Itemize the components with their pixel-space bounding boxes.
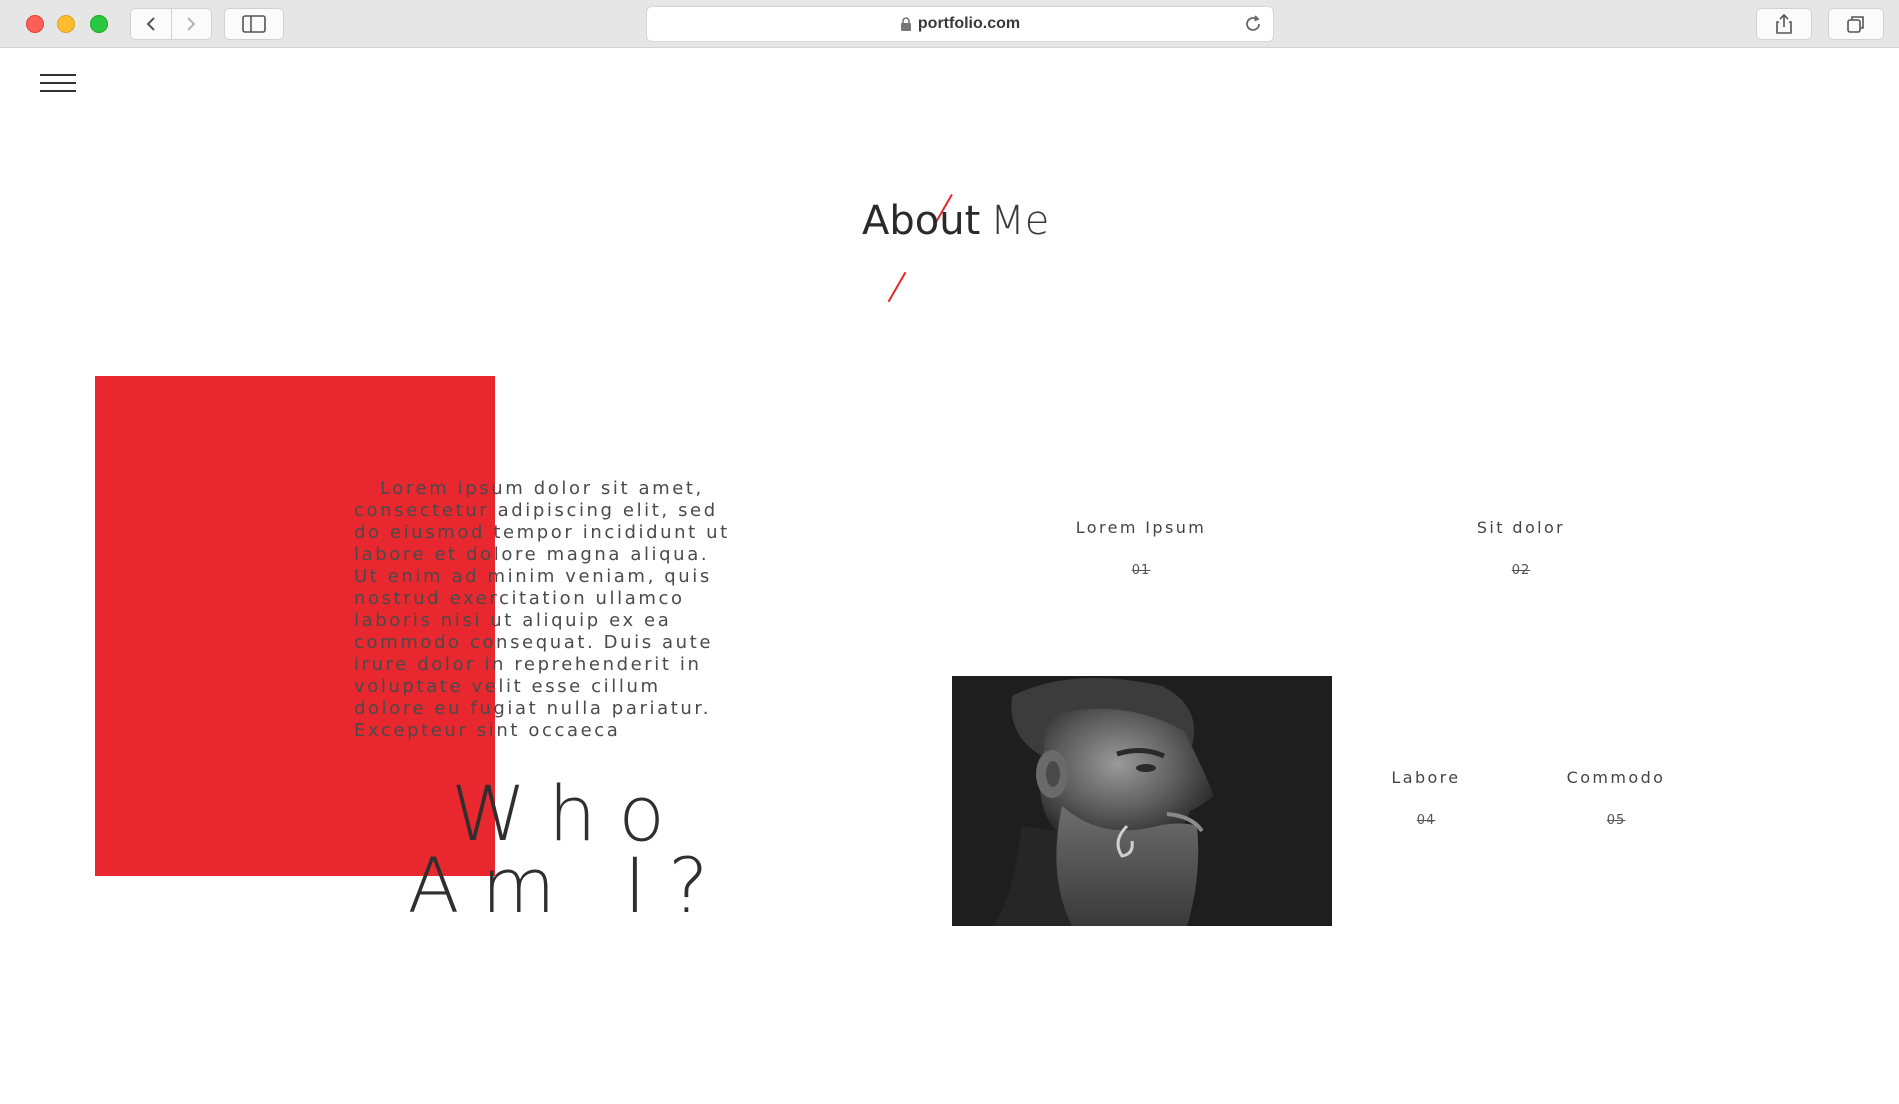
chevron-right-icon — [187, 17, 196, 31]
url-text: portfolio.com — [917, 15, 1021, 32]
chevron-left-icon — [146, 17, 155, 31]
page-title: About Me — [862, 198, 1049, 244]
stat-number: 05 — [1606, 813, 1626, 828]
stat-item-2: Sit dolor 02 — [1421, 518, 1621, 578]
history-nav — [130, 8, 212, 40]
title-slash-bottom — [887, 271, 907, 303]
stat-number: 02 — [1511, 563, 1531, 578]
stat-label: Lorem Ipsum — [1075, 518, 1207, 537]
share-icon — [1776, 13, 1792, 34]
heading-line-2: Am I? — [407, 841, 731, 930]
menu-icon[interactable] — [40, 74, 76, 94]
forward-button[interactable] — [170, 9, 212, 39]
reload-icon[interactable] — [1243, 14, 1263, 34]
stat-label: Sit dolor — [1476, 518, 1566, 537]
stat-item-4: Commodo 05 — [1516, 768, 1716, 828]
stat-item-1: Lorem Ipsum 01 — [1041, 518, 1241, 578]
share-button[interactable] — [1756, 8, 1812, 40]
tabs-button[interactable] — [1828, 8, 1884, 40]
who-am-i-heading: Who Am I? — [404, 769, 734, 930]
zoom-window-button[interactable] — [90, 15, 108, 33]
bearded-man-portrait — [952, 676, 1332, 926]
minimize-window-button[interactable] — [57, 15, 75, 33]
tabs-icon — [1847, 16, 1864, 33]
browser-toolbar: portfolio.com — [0, 0, 1899, 48]
close-window-button[interactable] — [26, 15, 44, 33]
section-title: About Me — [830, 120, 1070, 303]
sidebar-icon — [242, 15, 266, 33]
address-bar[interactable]: portfolio.com — [646, 6, 1274, 42]
title-light-word: Me — [990, 198, 1050, 244]
intro-paragraph: Lorem ipsum dolor sit amet, consectetur … — [354, 478, 730, 741]
stat-label: Commodo — [1566, 768, 1666, 787]
stat-label: Labore — [1391, 768, 1461, 787]
sidebar-toggle-button[interactable] — [224, 8, 284, 40]
stat-item-3: Labore 04 — [1326, 768, 1526, 828]
stat-number: 01 — [1131, 563, 1151, 578]
lock-icon — [900, 17, 912, 31]
back-button[interactable] — [131, 9, 171, 39]
page-content: About Me Lorem ipsum dolor sit amet, cons… — [0, 48, 1899, 1104]
title-strong-word: About — [862, 198, 981, 244]
stat-number: 04 — [1416, 813, 1436, 828]
heading-line-1: Who — [451, 769, 687, 858]
portrait-photo — [952, 676, 1332, 926]
